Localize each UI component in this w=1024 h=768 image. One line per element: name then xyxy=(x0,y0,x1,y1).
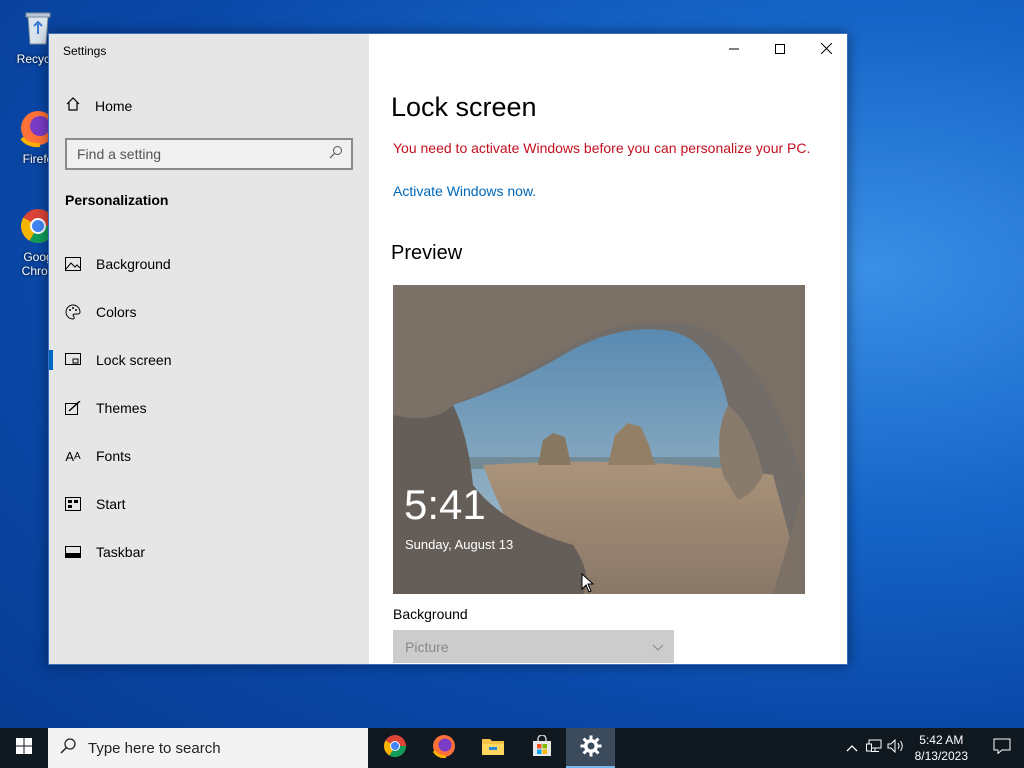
sidebar-item-label: Lock screen xyxy=(96,352,172,368)
section-title: Personalization xyxy=(65,192,169,208)
chevron-up-icon xyxy=(846,739,858,757)
maximize-button[interactable] xyxy=(757,34,803,66)
close-button[interactable] xyxy=(803,34,847,66)
sidebar-item-label: Themes xyxy=(96,400,147,416)
sidebar-item-fonts[interactable]: AA Fonts xyxy=(49,432,369,480)
minimize-button[interactable] xyxy=(711,34,757,66)
taskbar-search-placeholder: Type here to search xyxy=(88,739,221,757)
sidebar-item-taskbar[interactable]: Taskbar xyxy=(49,528,369,576)
page-title: Lock screen xyxy=(391,92,537,122)
search-icon[interactable] xyxy=(329,145,343,164)
settings-content: Lock screen You need to activate Windows… xyxy=(369,34,847,664)
taskbar-clock[interactable]: 5:42 AM 8/13/2023 xyxy=(907,732,980,764)
themes-icon xyxy=(65,400,81,416)
background-label: Background xyxy=(393,606,468,622)
chrome-icon xyxy=(383,734,407,763)
clock-time: 5:42 AM xyxy=(919,733,964,747)
volume-button[interactable] xyxy=(885,728,907,768)
file-explorer-icon xyxy=(481,735,505,762)
sidebar-item-themes[interactable]: Themes xyxy=(49,384,369,432)
system-tray: 5:42 AM 8/13/2023 xyxy=(841,728,1024,768)
preview-heading: Preview xyxy=(391,242,463,264)
clock-date: 8/13/2023 xyxy=(914,749,968,763)
windows-logo-icon xyxy=(16,737,32,759)
preview-date: Sunday, August 13 xyxy=(405,537,514,552)
firefox-icon xyxy=(432,734,456,763)
settings-sidebar: Settings Home Personalization Background xyxy=(49,34,369,664)
sidebar-item-start[interactable]: Start xyxy=(49,480,369,528)
settings-window: Settings Home Personalization Background xyxy=(48,33,848,665)
mouse-cursor-icon xyxy=(581,572,595,598)
lock-screen-icon xyxy=(65,352,81,368)
settings-icon xyxy=(580,735,602,762)
background-dropdown-value: Picture xyxy=(405,638,449,655)
chevron-down-icon xyxy=(652,639,664,655)
volume-icon xyxy=(887,738,905,758)
lock-screen-preview: 5:41 Sunday, August 13 xyxy=(393,285,805,594)
sidebar-item-label: Colors xyxy=(96,304,137,320)
store-icon xyxy=(531,733,553,762)
sidebar-item-colors[interactable]: Colors xyxy=(49,288,369,336)
sidebar-item-label: Background xyxy=(96,256,171,272)
sidebar-nav: Background Colors Lock screen Themes A A… xyxy=(49,240,369,576)
find-setting-search[interactable] xyxy=(65,138,353,170)
activate-windows-link[interactable]: Activate Windows now. xyxy=(393,183,536,199)
show-hidden-icons-button[interactable] xyxy=(841,728,863,768)
taskbar-app-settings[interactable] xyxy=(566,728,615,768)
taskbar-icon xyxy=(65,544,81,560)
search-icon xyxy=(60,738,76,758)
taskbar-app-chrome[interactable] xyxy=(370,728,419,768)
minimize-icon xyxy=(729,41,739,59)
taskbar: Type here to search 5:42 AM 8/13/2023 xyxy=(0,728,1024,768)
activation-warning: You need to activate Windows before you … xyxy=(393,140,811,156)
find-setting-input[interactable] xyxy=(77,146,317,162)
background-dropdown[interactable]: Picture xyxy=(393,630,674,663)
home-label: Home xyxy=(95,97,133,114)
notification-icon xyxy=(993,738,1011,759)
taskbar-search[interactable]: Type here to search xyxy=(48,728,368,768)
home-icon xyxy=(65,96,81,115)
close-icon xyxy=(820,41,832,59)
sidebar-item-label: Fonts xyxy=(96,448,132,464)
sidebar-item-label: Taskbar xyxy=(96,544,146,560)
fonts-icon: AA xyxy=(65,448,81,464)
window-title: Settings xyxy=(63,44,107,58)
start-icon xyxy=(65,496,81,512)
maximize-icon xyxy=(775,41,785,59)
sidebar-item-lock-screen[interactable]: Lock screen xyxy=(49,336,369,384)
sidebar-item-label: Start xyxy=(96,496,126,512)
action-center-button[interactable] xyxy=(980,728,1024,768)
network-button[interactable] xyxy=(863,728,885,768)
palette-icon xyxy=(65,304,81,320)
network-icon xyxy=(865,739,882,758)
sidebar-home[interactable]: Home xyxy=(65,96,132,115)
taskbar-app-store[interactable] xyxy=(517,728,566,768)
start-button[interactable] xyxy=(0,728,48,768)
picture-icon xyxy=(65,256,81,272)
taskbar-app-file-explorer[interactable] xyxy=(468,728,517,768)
taskbar-app-firefox[interactable] xyxy=(419,728,468,768)
sidebar-item-background[interactable]: Background xyxy=(49,240,369,288)
preview-time: 5:41 xyxy=(404,481,486,528)
